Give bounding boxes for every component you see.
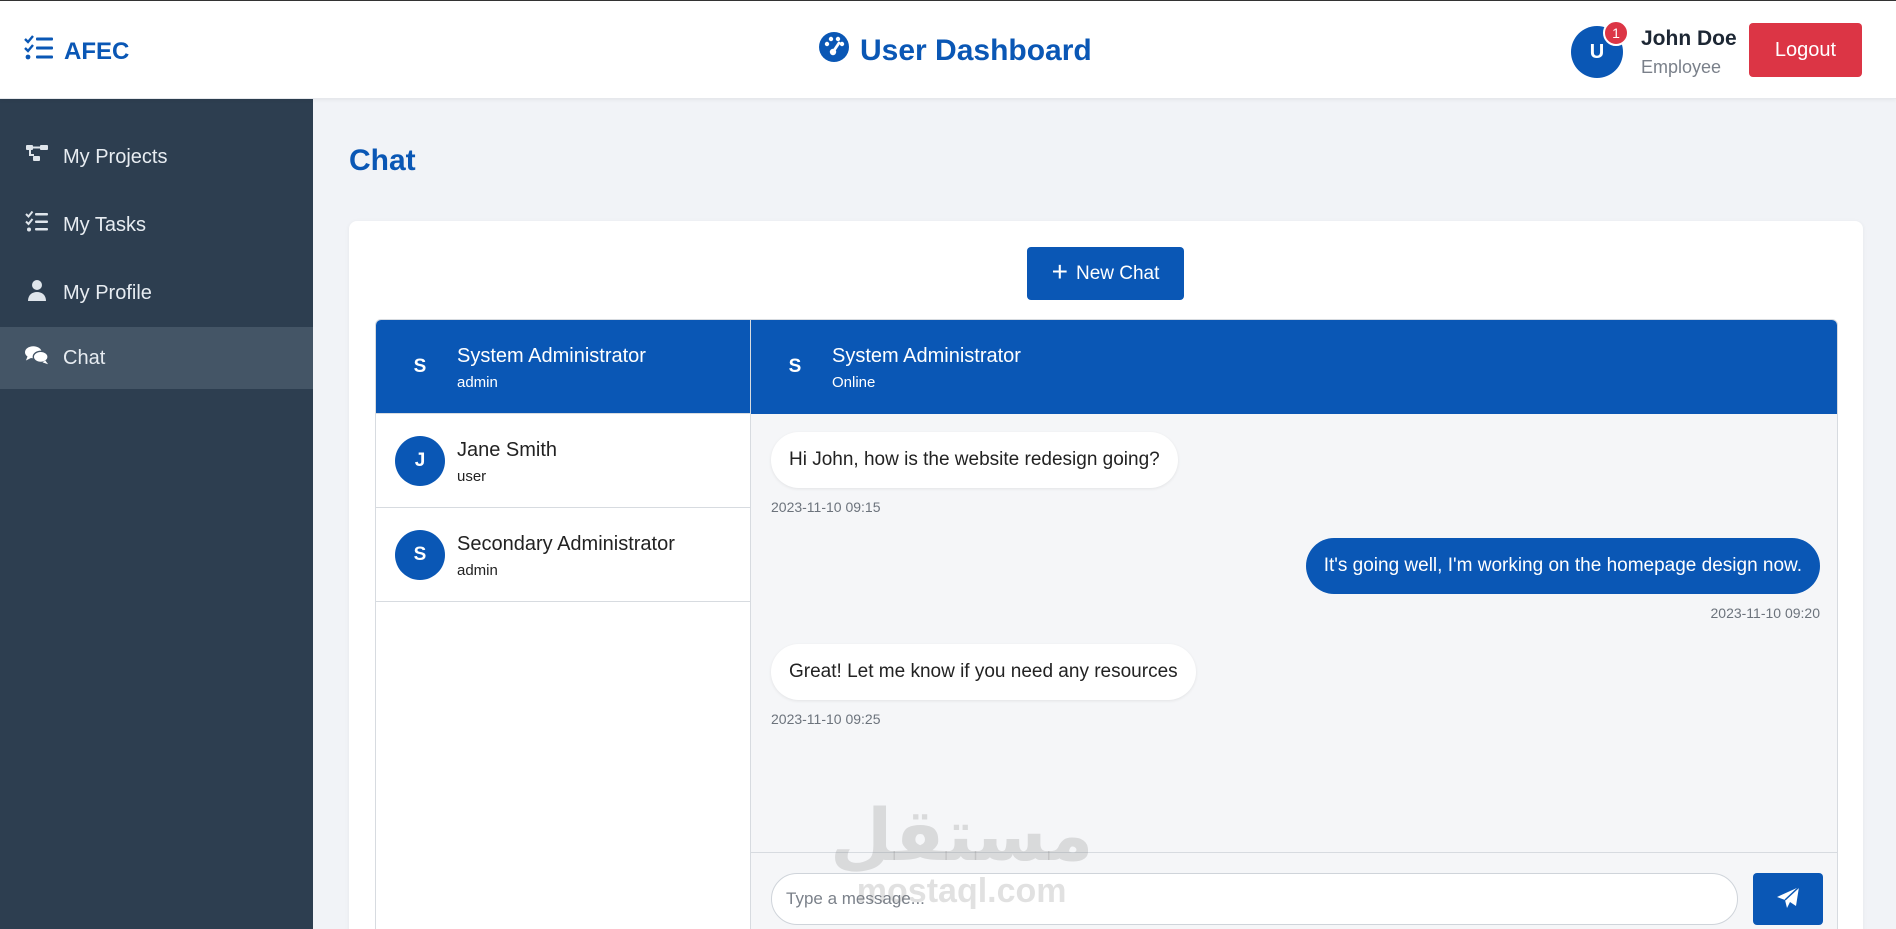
sidebar-item-label: My Tasks (63, 213, 146, 236)
conversation-name: System Administrator (832, 345, 1021, 367)
new-chat-button[interactable]: + New Chat (1027, 247, 1184, 300)
message-bubble: Hi John, how is the website redesign goi… (771, 432, 1178, 488)
conversation-avatar: S (788, 356, 802, 377)
user-icon (25, 278, 49, 308)
message-bubble: Great! Let me know if you need any resou… (771, 644, 1196, 700)
tasks-icon (25, 210, 49, 240)
contact-item-secondary-administrator[interactable]: S Secondary Administrator admin (376, 508, 750, 602)
sidebar: My Projects My Tasks My Profile Chat (0, 99, 313, 929)
sidebar-item-label: My Projects (63, 145, 168, 168)
contact-role: user (457, 468, 487, 485)
contact-name: System Administrator (457, 345, 646, 367)
new-chat-label: New Chat (1075, 262, 1160, 284)
brand-name: AFEC (64, 37, 130, 65)
send-button[interactable] (1753, 873, 1823, 925)
chat-container: S System Administrator admin J Jane Smit… (375, 319, 1838, 929)
comments-icon (25, 343, 49, 373)
contact-role: admin (457, 562, 498, 579)
contact-name: Secondary Administrator (457, 533, 675, 555)
notification-badge[interactable]: 1 (1603, 20, 1629, 46)
contact-list: S System Administrator admin J Jane Smit… (376, 320, 751, 929)
contact-name: Jane Smith (457, 439, 558, 461)
page-header-title: User Dashboard (860, 34, 1092, 67)
message-composer (751, 852, 1837, 929)
conversation-panel: S System Administrator Online Hi John, h… (751, 320, 1837, 929)
conversation-status: Online (832, 374, 876, 391)
message-input[interactable] (771, 873, 1738, 925)
contact-avatar: J (395, 436, 445, 486)
contact-item-jane-smith[interactable]: J Jane Smith user (376, 414, 750, 508)
contact-avatar: S (413, 356, 427, 377)
sidebar-item-label: Chat (63, 346, 106, 369)
contact-role: admin (457, 374, 498, 391)
dashboard-title: User Dashboard (818, 31, 1092, 71)
message-timestamp: 2023-11-10 09:15 (771, 499, 881, 515)
gauge-icon (818, 31, 850, 71)
plus-icon: + (1051, 256, 1068, 287)
page-title: Chat (349, 144, 416, 177)
project-diagram-icon (25, 142, 49, 172)
sidebar-item-chat[interactable]: Chat (0, 327, 313, 389)
message-timestamp: 2023-11-10 09:25 (771, 711, 881, 727)
top-header: AFEC User Dashboard U 1 John Doe Employe… (0, 0, 1896, 99)
sidebar-item-label: My Profile (63, 281, 152, 304)
brand-logo[interactable]: AFEC (24, 35, 129, 68)
contact-avatar: S (395, 530, 445, 580)
sidebar-item-my-projects[interactable]: My Projects (0, 126, 313, 188)
paper-plane-icon (1776, 885, 1800, 913)
contact-item-system-administrator[interactable]: S System Administrator admin (376, 320, 750, 414)
message-bubble: It's going well, I'm working on the home… (1305, 538, 1820, 594)
sidebar-item-my-tasks[interactable]: My Tasks (0, 194, 313, 256)
conversation-header: S System Administrator Online (751, 320, 1837, 414)
tasks-icon (24, 35, 54, 68)
sidebar-item-my-profile[interactable]: My Profile (0, 262, 313, 324)
logout-button[interactable]: Logout (1749, 23, 1862, 77)
user-name: John Doe (1641, 27, 1737, 50)
user-role: Employee (1641, 57, 1722, 77)
message-timestamp: 2023-11-10 09:20 (1710, 605, 1821, 621)
